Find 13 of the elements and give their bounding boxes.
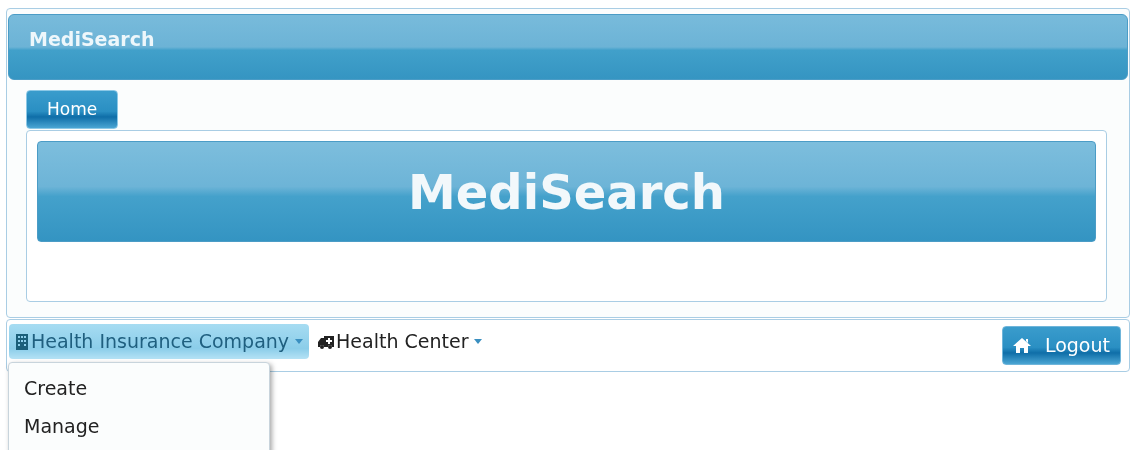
ambulance-icon: [317, 333, 336, 350]
menu-item[interactable]: Manage: [9, 407, 269, 445]
caret-icon: [474, 339, 483, 344]
logout-button[interactable]: Logout: [1001, 326, 1121, 365]
tab[interactable]: Home: [26, 90, 119, 129]
building-icon: [15, 333, 29, 350]
home-icon: [1012, 338, 1031, 353]
caret-icon: [295, 339, 304, 344]
menu-button[interactable]: Health Insurance Company: [9, 324, 310, 359]
menu-button[interactable]: Health Center: [315, 324, 485, 359]
menu-item[interactable]: Create: [9, 369, 269, 407]
header-title: MediSearch: [29, 27, 155, 52]
banner-title: MediSearch: [408, 162, 725, 222]
